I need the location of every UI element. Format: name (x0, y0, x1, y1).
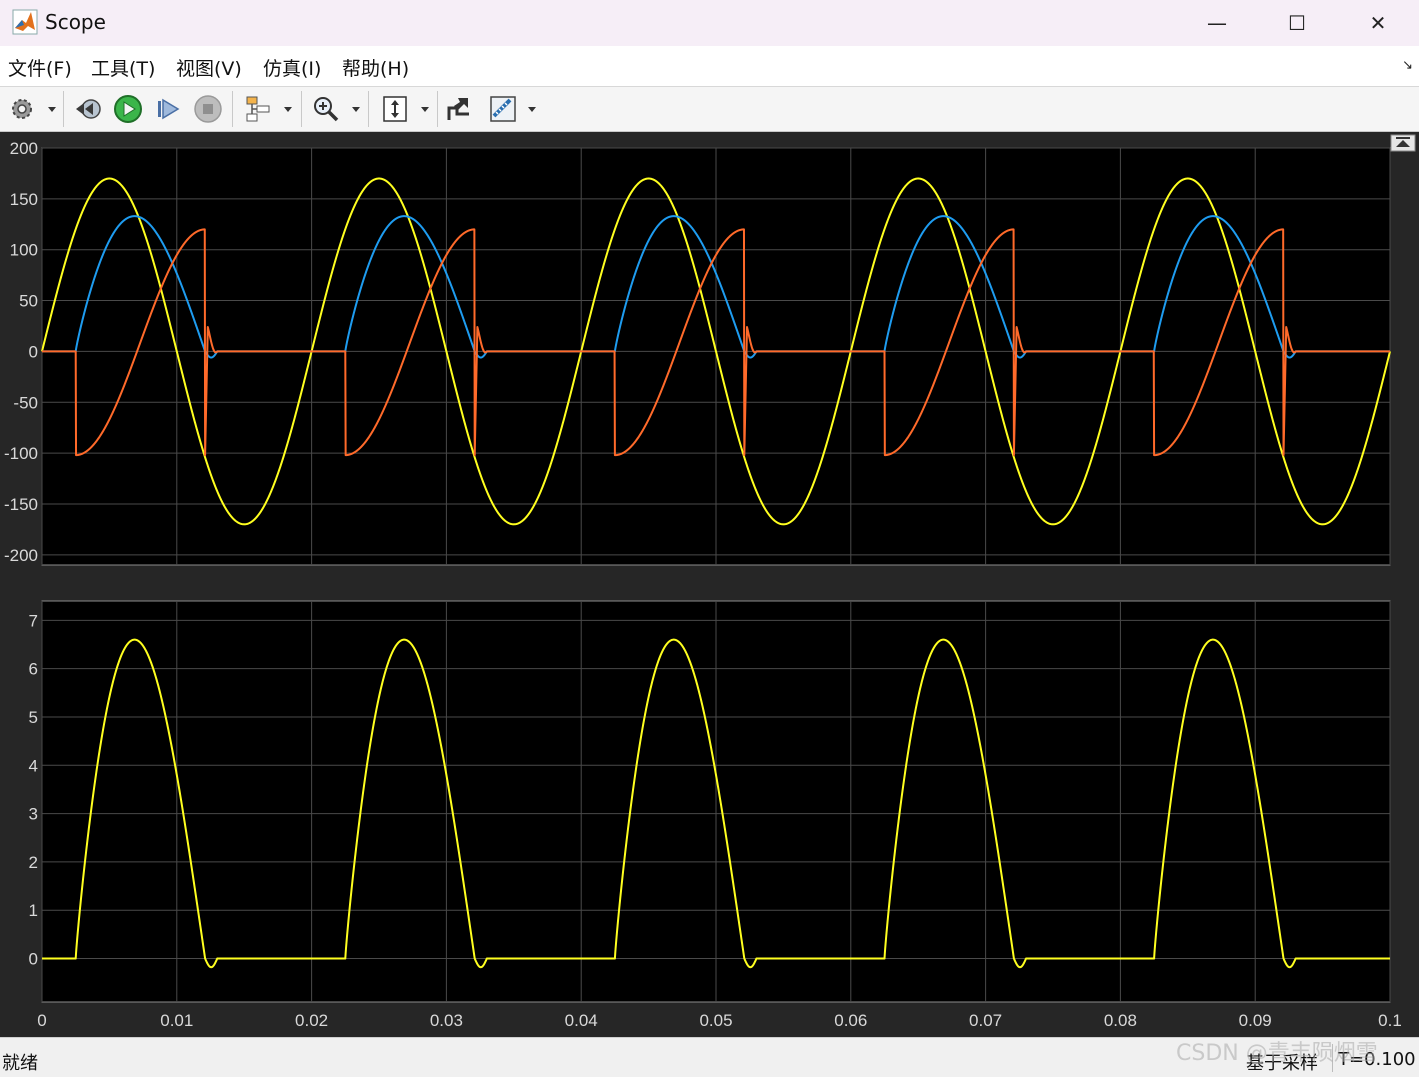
run-icon (114, 95, 142, 123)
measurements-dropdown-icon[interactable] (527, 103, 537, 115)
toolbar-separator (301, 91, 302, 127)
y-tick-label: 0 (29, 950, 38, 969)
toolbar (0, 87, 1419, 132)
menu-bar: 文件(F) 工具(T) 视图(V) 仿真(I) 帮助(H) ↘ (0, 46, 1419, 87)
y-tick-label: 5 (29, 708, 38, 727)
x-tick-label: 0.08 (1104, 1011, 1137, 1030)
y-tick-label: 50 (19, 292, 38, 311)
y-tick-label: 100 (10, 241, 38, 260)
x-tick-label: 0.01 (160, 1011, 193, 1030)
maximize-icon: ☐ (1288, 11, 1306, 35)
y-tick-label: 4 (29, 756, 38, 775)
menu-file[interactable]: 文件(F) (8, 54, 72, 81)
title-bar: Scope — ☐ ✕ (0, 0, 1419, 46)
step-back-button[interactable] (72, 93, 104, 125)
autoscale-button[interactable] (379, 93, 411, 125)
x-tick-label: 0.1 (1378, 1011, 1402, 1030)
menu-tools[interactable]: 工具(T) (91, 54, 155, 81)
y-tick-label: 1 (29, 901, 38, 920)
y-tick-label: 0 (29, 342, 38, 361)
maximize-button[interactable]: ☐ (1267, 0, 1327, 46)
y-tick-label: 2 (29, 853, 38, 872)
restore-icon (447, 98, 469, 120)
stop-icon (194, 95, 222, 123)
zoom-button[interactable] (310, 93, 342, 125)
x-tick-label: 0.06 (834, 1011, 867, 1030)
menu-view[interactable]: 视图(V) (176, 54, 242, 81)
zoom-icon (314, 97, 339, 122)
undock-axes-button[interactable] (1390, 134, 1416, 152)
y-tick-label: -150 (4, 495, 38, 514)
x-tick-label: 0.04 (565, 1011, 598, 1030)
run-button[interactable] (112, 93, 144, 125)
window-title: Scope (45, 10, 106, 34)
menu-help[interactable]: 帮助(H) (342, 54, 409, 81)
autoscale-dropdown-icon[interactable] (420, 103, 430, 115)
undock-arrow-icon[interactable]: ↘ (1402, 58, 1413, 73)
close-icon: ✕ (1369, 11, 1387, 35)
step-forward-button[interactable] (152, 93, 184, 125)
zoom-dropdown-icon[interactable] (351, 103, 361, 115)
toolbar-separator (368, 91, 369, 127)
matlab-icon (12, 9, 38, 35)
autoscale-icon (383, 96, 407, 122)
signal-dropdown-icon[interactable] (283, 103, 293, 115)
x-tick-label: 0.02 (295, 1011, 328, 1030)
y-tick-label: 6 (29, 660, 38, 679)
toolbar-separator (63, 91, 64, 127)
scope-figure: -200 -150 -100 -50 0 50 100 150 200 0 0.01 0.02 0.0… (0, 132, 1419, 1037)
y-tick-label: -200 (4, 546, 38, 565)
measurements-button[interactable] (487, 93, 519, 125)
signal-selector-icon (246, 96, 270, 122)
toolbar-separator (232, 91, 233, 127)
watermark: CSDN @青丰陨烟雪 (1176, 1041, 1378, 1066)
signal-selector-button[interactable] (242, 93, 274, 125)
lower-axes[interactable]: 0 0.01 0.02 0.03 0.04 0.05 0.06 0.07 0.08 0.09 0.1… (29, 600, 1402, 1030)
toolbar-separator (437, 91, 438, 127)
y-tick-label: -100 (4, 444, 38, 463)
measurements-icon (490, 96, 516, 122)
y-tick-label: 3 (29, 805, 38, 824)
x-tick-label: 0.03 (430, 1011, 463, 1030)
upper-axes[interactable]: -200 -150 -100 -50 0 50 100 150 200 (4, 139, 1391, 566)
settings-dropdown-icon[interactable] (47, 103, 57, 115)
menu-simulation[interactable]: 仿真(I) (263, 54, 321, 81)
settings-icon (12, 99, 32, 119)
y-tick-label: -50 (13, 393, 38, 412)
minimize-button[interactable]: — (1187, 0, 1247, 46)
stop-button[interactable] (192, 93, 224, 125)
x-tick-label: 0.07 (969, 1011, 1002, 1030)
x-tick-label: 0 (37, 1011, 46, 1030)
y-tick-label: 7 (29, 611, 38, 630)
settings-button[interactable] (6, 93, 38, 125)
x-tick-label: 0.09 (1239, 1011, 1272, 1030)
step-back-icon (76, 99, 101, 119)
y-tick-label: 150 (10, 190, 38, 209)
close-button[interactable]: ✕ (1348, 0, 1408, 46)
y-tick-label: 200 (10, 139, 38, 158)
minimize-icon: — (1207, 11, 1227, 35)
scope-plots: -200-150-100-50050100150200 0 0.01 0.02 0.0… (4, 134, 1416, 1030)
x-tick-label: 0.05 (699, 1011, 732, 1030)
step-forward-icon (158, 98, 180, 120)
restore-button[interactable] (443, 93, 475, 125)
status-ready: 就绪 (2, 1053, 38, 1074)
